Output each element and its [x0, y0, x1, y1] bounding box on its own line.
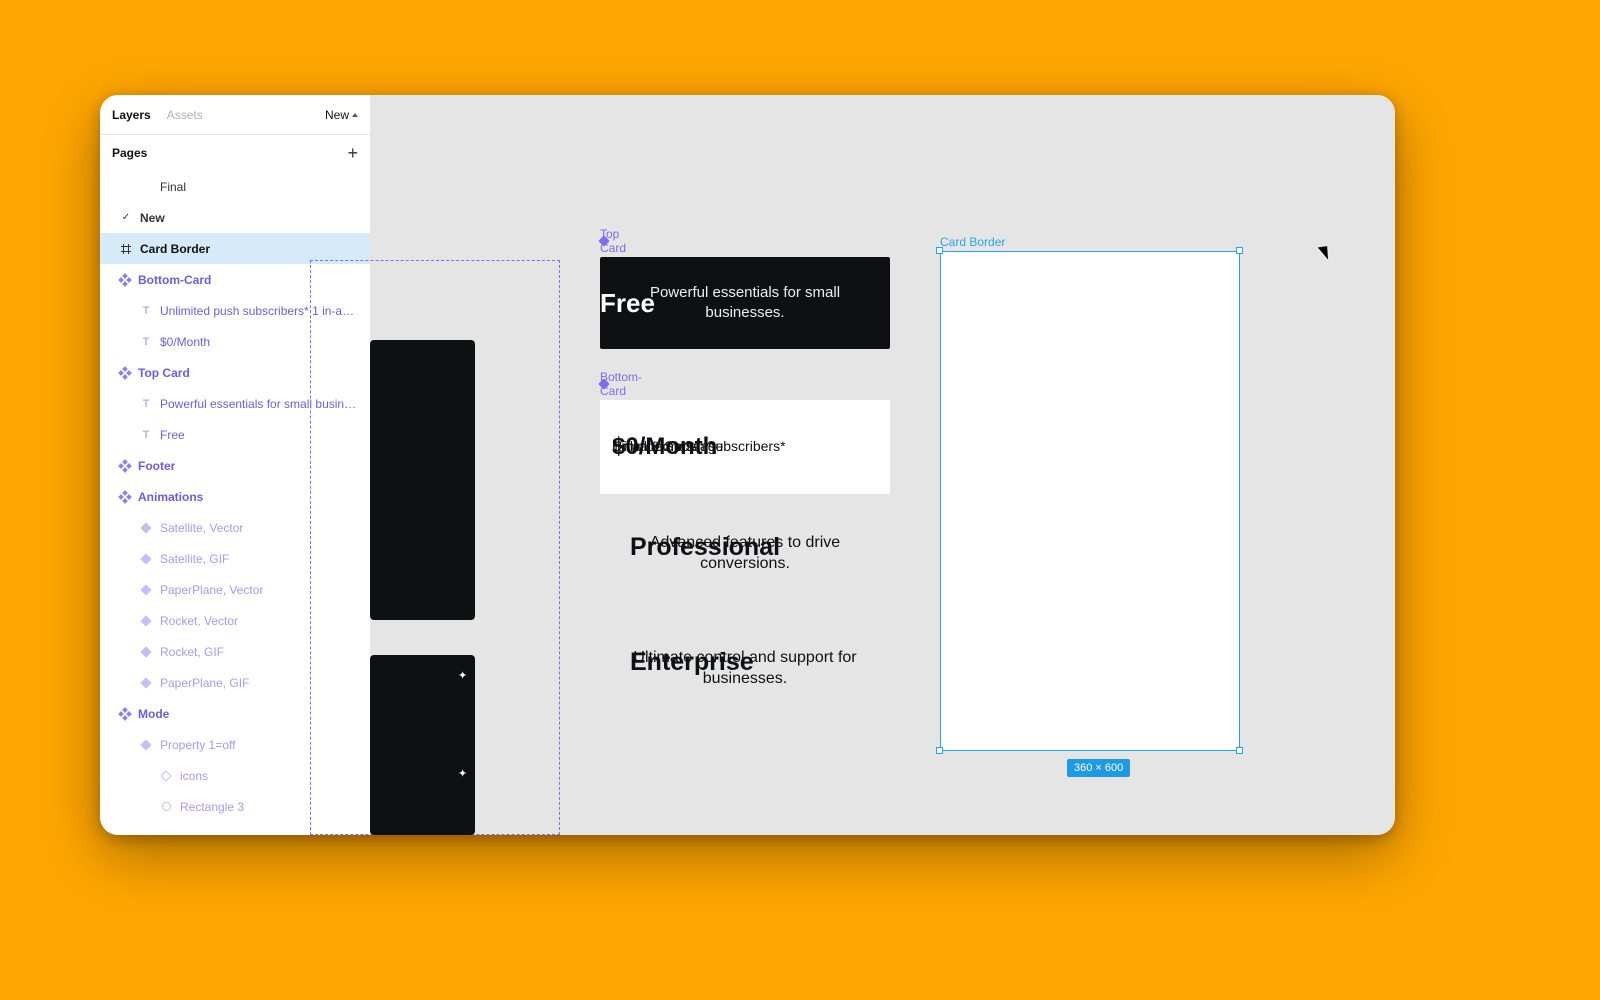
selection-handle[interactable]: [936, 747, 943, 754]
top-card-frame[interactable]: Free Powerful essentials for small busin…: [600, 257, 890, 349]
instance-icon: [140, 739, 151, 750]
instance-icon: [140, 553, 151, 564]
frame-icon: [120, 243, 132, 255]
text-icon: T: [140, 429, 152, 441]
selected-frame-label[interactable]: Card Border: [940, 235, 1005, 249]
dark-card-clipped-1[interactable]: [370, 340, 475, 620]
pages-header: Pages: [112, 146, 147, 160]
text-icon: T: [140, 398, 152, 410]
cursor-icon: [1318, 242, 1334, 259]
page-item[interactable]: New: [100, 202, 370, 233]
enterprise-subtitle: Ultimate control and support for busines…: [630, 648, 860, 690]
panel-tabs: Layers Assets New: [100, 95, 370, 135]
tab-layers[interactable]: Layers: [112, 108, 151, 122]
new-page-label: New: [325, 108, 349, 122]
canvas[interactable]: ✦ ✦ Top Card Free Powerful essentials fo…: [370, 95, 1395, 835]
component-icon: [120, 368, 130, 378]
top-card-subtitle: Powerful essentials for small businesses…: [600, 283, 890, 324]
selected-frame[interactable]: [940, 251, 1240, 751]
app-window: Layers Assets New Pages + Final New: [100, 95, 1395, 835]
instance-outline-icon: [160, 770, 171, 781]
dark-card-clipped-2[interactable]: ✦ ✦: [370, 655, 475, 835]
tab-assets[interactable]: Assets: [167, 108, 203, 122]
text-icon: T: [140, 305, 152, 317]
instance-icon: [140, 615, 151, 626]
page-item[interactable]: Final: [100, 171, 370, 202]
selection-handle[interactable]: [936, 247, 943, 254]
professional-subtitle: Advanced features to drive conversions.: [630, 533, 860, 575]
check-icon: [140, 181, 152, 193]
component-icon: [120, 461, 130, 471]
selection-handle[interactable]: [1236, 247, 1243, 254]
star-icon: ✦: [458, 767, 467, 780]
chevron-up-icon: [352, 113, 358, 117]
text-icon: T: [140, 336, 152, 348]
ellipse-icon: [162, 802, 171, 811]
component-icon: [120, 492, 130, 502]
bottom-card-frame[interactable]: $0/Month Unlimited push subscribers* 1 i…: [600, 400, 890, 494]
selection-handle[interactable]: [1236, 747, 1243, 754]
instance-icon: [140, 584, 151, 595]
selection-dimensions: 360 × 600: [1067, 759, 1130, 777]
new-page-dropdown[interactable]: New: [325, 108, 358, 122]
component-icon: [120, 709, 130, 719]
check-icon: [120, 212, 132, 224]
star-icon: ✦: [458, 669, 467, 682]
bottom-card-line: Email & SMS: [612, 438, 694, 456]
pages-header-row: Pages +: [100, 135, 370, 171]
component-icon: [120, 275, 130, 285]
instance-icon: [140, 522, 151, 533]
instance-icon: [140, 677, 151, 688]
instance-icon: [140, 646, 151, 657]
